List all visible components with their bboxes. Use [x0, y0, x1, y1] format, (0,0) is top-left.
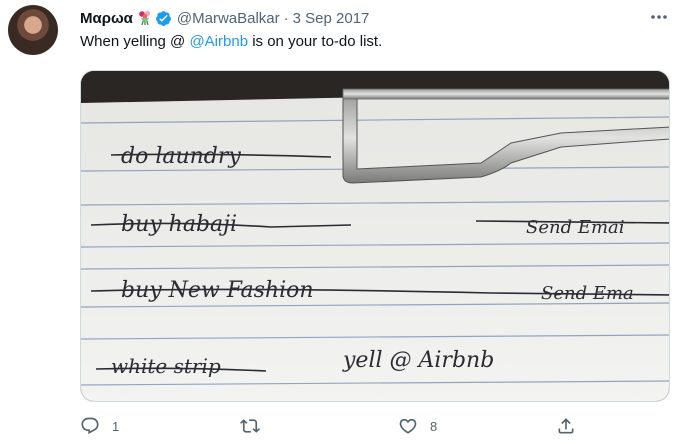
verified-badge-icon: [155, 10, 172, 27]
reply-button[interactable]: 1: [80, 416, 119, 436]
tweet-text-after: is on your to-do list.: [248, 33, 383, 50]
reply-count: 1: [112, 418, 120, 434]
action-bar: 1 8: [80, 416, 580, 440]
like-button[interactable]: 8: [398, 416, 437, 436]
tweet-card[interactable]: Μαρωα @MarwaBalkar · 3 Sep 2017 When yel…: [0, 0, 680, 444]
tweet-photo[interactable]: do laundry buy habaji Send Emai buy New …: [80, 70, 670, 402]
tweet-date[interactable]: 3 Sep 2017: [293, 10, 370, 27]
handwriting-line-7: yell @ Airbnb: [342, 348, 494, 373]
tweet-header: Μαρωα @MarwaBalkar · 3 Sep 2017: [80, 8, 369, 28]
display-name[interactable]: Μαρωα: [80, 10, 133, 27]
separator-dot: ·: [283, 9, 289, 27]
avatar[interactable]: [8, 5, 58, 55]
share-icon: [558, 418, 574, 434]
bouquet-icon: [138, 10, 152, 26]
retweet-icon: [240, 419, 260, 433]
handwriting-line-1: do laundry: [121, 144, 241, 169]
handwriting-line-3: Send Emai: [526, 217, 625, 238]
handwriting-line-6: white strip: [111, 354, 221, 378]
like-count: 8: [430, 418, 438, 434]
tweet-text: When yelling @ @Airbnb is on your to-do …: [80, 33, 382, 50]
mention-link[interactable]: @Airbnb: [189, 33, 248, 50]
share-button[interactable]: [556, 416, 576, 436]
retweet-button[interactable]: [240, 416, 272, 436]
tweet-text-before: When yelling @: [80, 33, 190, 50]
heart-icon: [399, 418, 417, 434]
reply-icon: [81, 417, 99, 435]
more-horizontal-icon[interactable]: [648, 8, 670, 26]
user-handle[interactable]: @MarwaBalkar: [177, 10, 280, 27]
